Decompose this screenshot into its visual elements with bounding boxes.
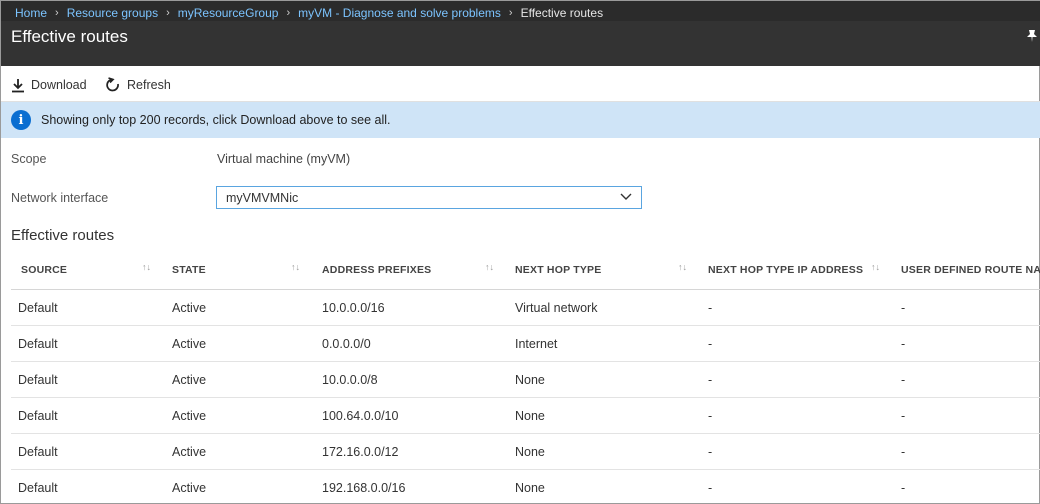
breadcrumb-separator-icon: ›	[166, 7, 170, 19]
scope-value: Virtual machine (myVM)	[217, 152, 351, 166]
breadcrumb-separator-icon: ›	[286, 7, 291, 19]
info-banner: i Showing only top 200 records, click Do…	[1, 102, 1040, 138]
sort-icon[interactable]: ↑↓	[678, 262, 687, 272]
sort-icon[interactable]: ↑↓	[291, 262, 300, 272]
table-row[interactable]: Default Active 10.0.0.0/16 Virtual network -…	[11, 290, 1040, 326]
table-row[interactable]: Default Active 100.64.0.0/10 None - -	[11, 398, 1040, 434]
column-header-next-hop-ip[interactable]: NEXT HOP TYPE IP ADDRESS	[708, 264, 863, 276]
table-row[interactable]: Default Active 10.0.0.0/8 None - -	[11, 362, 1040, 398]
pin-icon[interactable]	[1025, 29, 1039, 43]
cell-state: Active	[172, 337, 207, 351]
cell-next-hop-type: None	[515, 409, 545, 423]
cell-address-prefix: 0.0.0.0/0	[322, 337, 371, 351]
table-row[interactable]: Default Active 192.168.0.0/16 None - -	[11, 470, 1040, 504]
breadcrumb-current: Effective routes	[520, 6, 604, 20]
cell-state: Active	[172, 409, 207, 423]
sort-icon[interactable]: ↑↓	[485, 262, 494, 272]
chevron-down-icon	[620, 193, 632, 200]
cell-state: Active	[172, 373, 207, 387]
cell-source: Default	[18, 445, 58, 459]
breadcrumb-diagnose-solve[interactable]: myVM - Diagnose and solve problems	[298, 6, 501, 20]
network-interface-value: myVMVMNic	[226, 191, 299, 205]
cell-next-hop-type: Internet	[515, 337, 558, 351]
download-label: Download	[31, 78, 87, 92]
scope-label: Scope	[11, 152, 47, 166]
cell-state: Active	[172, 301, 207, 315]
table-header: SOURCE ↑↓ STATE ↑↓ ADDRESS PREFIXES ↑↓ N…	[11, 253, 1040, 290]
network-interface-dropdown[interactable]: myVMVMNic	[216, 186, 642, 209]
cell-address-prefix: 192.168.0.0/16	[322, 481, 406, 495]
info-icon: i	[11, 110, 31, 130]
cell-address-prefix: 10.0.0.0/8	[322, 373, 378, 387]
cell-state: Active	[172, 445, 207, 459]
breadcrumb: Home › Resource groups › myResourceGroup…	[15, 6, 603, 20]
cell-udr-name: -	[901, 481, 906, 495]
network-interface-label: Network interface	[11, 191, 109, 205]
column-header-address-prefixes[interactable]: ADDRESS PREFIXES	[322, 264, 431, 276]
breadcrumb-home[interactable]: Home	[15, 6, 47, 20]
cell-udr-name: -	[901, 301, 906, 315]
cell-next-hop-ip: -	[708, 337, 713, 351]
cell-source: Default	[18, 337, 58, 351]
cell-source: Default	[18, 481, 58, 495]
command-bar: Download Refresh	[1, 66, 1040, 102]
cell-next-hop-ip: -	[708, 373, 713, 387]
routes-table: SOURCE ↑↓ STATE ↑↓ ADDRESS PREFIXES ↑↓ N…	[11, 253, 1040, 504]
table-row[interactable]: Default Active 172.16.0.0/12 None - -	[11, 434, 1040, 470]
cell-next-hop-ip: -	[708, 301, 713, 315]
cell-next-hop-type: None	[515, 481, 545, 495]
column-header-state[interactable]: STATE	[172, 264, 206, 276]
table-row[interactable]: Default Active 0.0.0.0/0 Internet - -	[11, 326, 1040, 362]
refresh-label: Refresh	[127, 78, 171, 92]
cell-source: Default	[18, 409, 58, 423]
info-banner-text: Showing only top 200 records, click Down…	[41, 113, 391, 127]
page-title: Effective routes	[11, 27, 128, 46]
column-header-next-hop-type[interactable]: NEXT HOP TYPE	[515, 264, 601, 276]
cell-address-prefix: 100.64.0.0/10	[322, 409, 399, 423]
cell-next-hop-type: None	[515, 445, 545, 459]
cell-next-hop-ip: -	[708, 481, 713, 495]
refresh-icon	[106, 77, 119, 92]
section-title: Effective routes	[11, 227, 115, 244]
column-header-udr-name[interactable]: USER DEFINED ROUTE NAME	[901, 264, 1040, 276]
cell-source: Default	[18, 301, 58, 315]
portal-header: Home › Resource groups › myResourceGroup…	[1, 1, 1040, 66]
breadcrumb-my-resource-group[interactable]: myResourceGroup	[178, 6, 279, 20]
refresh-button[interactable]: Refresh	[105, 75, 171, 95]
sort-icon[interactable]: ↑↓	[142, 262, 151, 272]
blade-title-bar: Effective routes	[1, 21, 1040, 66]
breadcrumb-separator-icon: ›	[55, 7, 59, 19]
cell-udr-name: -	[901, 337, 906, 351]
cell-next-hop-ip: -	[708, 445, 713, 459]
download-icon	[12, 78, 24, 92]
breadcrumb-resource-groups[interactable]: Resource groups	[67, 6, 158, 20]
sort-icon[interactable]: ↑↓	[871, 262, 880, 272]
cell-next-hop-ip: -	[708, 409, 713, 423]
cell-address-prefix: 172.16.0.0/12	[322, 445, 399, 459]
cell-next-hop-type: Virtual network	[515, 301, 598, 315]
table-body: Default Active 10.0.0.0/16 Virtual network -…	[11, 290, 1040, 504]
cell-udr-name: -	[901, 373, 906, 387]
cell-address-prefix: 10.0.0.0/16	[322, 301, 385, 315]
breadcrumb-separator-icon: ›	[508, 7, 513, 19]
download-button[interactable]: Download	[11, 75, 87, 95]
cell-state: Active	[172, 481, 207, 495]
column-header-source[interactable]: SOURCE	[21, 264, 67, 276]
cell-udr-name: -	[901, 445, 906, 459]
cell-next-hop-type: None	[515, 373, 545, 387]
cell-source: Default	[18, 373, 58, 387]
cell-udr-name: -	[901, 409, 906, 423]
